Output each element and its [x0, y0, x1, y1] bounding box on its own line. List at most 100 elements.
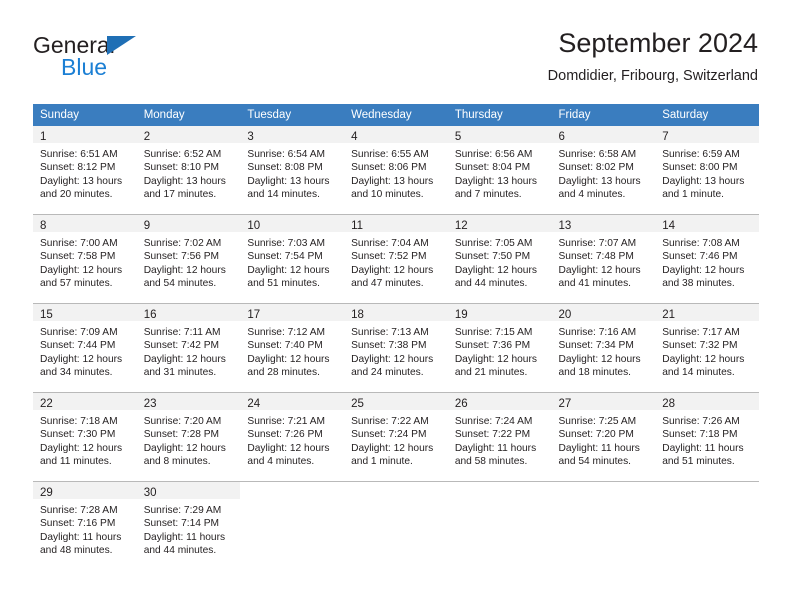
daylight-duration-line2: and 57 minutes.	[40, 278, 113, 290]
sunset-time: Sunset: 7:38 PM	[351, 340, 427, 352]
sunrise-time: Sunrise: 7:17 AM	[662, 327, 740, 338]
calendar-day-cell[interactable]: 2 Sunrise: 6:52 AM Sunset: 8:10 PM Daylight…	[136, 126, 241, 215]
sunset-time: Sunset: 7:14 PM	[143, 518, 220, 530]
sunrise-time: Sunrise: 7:05 AM	[454, 238, 533, 249]
sunset-time: Sunset: 8:10 PM	[143, 162, 220, 174]
column-header-friday: Friday	[551, 104, 656, 126]
day-number: 28	[662, 398, 676, 410]
daylight-duration-line2: and 20 minutes.	[40, 189, 113, 201]
day-number: 12	[454, 220, 468, 232]
calendar-day-cell[interactable]: 17 Sunrise: 7:12 AM Sunset: 7:40 PM Dayligh…	[240, 303, 345, 393]
calendar-day-cell[interactable]: 6 Sunrise: 6:58 AM Sunset: 8:02 PM Daylight…	[551, 126, 656, 215]
day-number-band: 18	[344, 304, 448, 321]
calendar-week-row: 1 Sunrise: 6:51 AM Sunset: 8:12 PM Daylight…	[33, 126, 759, 215]
daylight-duration-line2: and 41 minutes.	[558, 278, 632, 290]
daylight-duration-line2: and 10 minutes.	[351, 189, 424, 201]
daylight-duration-line2: and 1 minute.	[351, 456, 413, 468]
daylight-duration-line2: and 4 minutes.	[247, 456, 315, 468]
day-cell-body: Sunrise: 7:29 AM Sunset: 7:14 PM Daylight:…	[137, 499, 241, 558]
sunrise-time: Sunrise: 7:16 AM	[558, 327, 637, 338]
day-number: 15	[40, 309, 53, 321]
day-number-band	[448, 482, 552, 499]
day-number: 9	[143, 220, 151, 232]
calendar-week-row: 29 Sunrise: 7:28 AM Sunset: 7:16 PM Dayligh…	[33, 481, 759, 570]
calendar-day-cell[interactable]: 1 Sunrise: 6:51 AM Sunset: 8:12 PM Daylight…	[33, 126, 137, 215]
calendar-day-cell[interactable]: 7 Sunrise: 6:59 AM Sunset: 8:00 PM Daylight…	[655, 126, 759, 215]
calendar-day-cell[interactable]: 19 Sunrise: 7:15 AM Sunset: 7:36 PM Dayligh…	[447, 303, 552, 393]
day-number: 10	[247, 220, 261, 232]
sunset-time: Sunset: 7:18 PM	[662, 429, 738, 441]
sunrise-time: Sunrise: 7:11 AM	[143, 327, 221, 338]
day-number-band: 27	[551, 393, 656, 410]
sunset-time: Sunset: 8:02 PM	[558, 162, 634, 174]
calendar-day-cell[interactable]: 20 Sunrise: 7:16 AM Sunset: 7:34 PM Dayligh…	[551, 303, 656, 393]
day-number: 3	[247, 131, 254, 143]
calendar-day-cell[interactable]: 4 Sunrise: 6:55 AM Sunset: 8:06 PM Daylight…	[344, 126, 448, 215]
day-number-band: 30	[136, 482, 241, 499]
day-cell-body: Sunrise: 7:17 AM Sunset: 7:32 PM Daylight:…	[655, 321, 759, 380]
day-number: 6	[558, 131, 565, 143]
calendar-day-cell[interactable]: 24 Sunrise: 7:21 AM Sunset: 7:26 PM Dayligh…	[240, 392, 345, 482]
calendar-day-cell[interactable]: 29 Sunrise: 7:28 AM Sunset: 7:16 PM Dayligh…	[33, 481, 137, 570]
calendar-day-cell[interactable]: 14 Sunrise: 7:08 AM Sunset: 7:46 PM Dayligh…	[655, 214, 759, 304]
sunset-time: Sunset: 8:04 PM	[454, 162, 531, 174]
sunrise-time: Sunrise: 7:00 AM	[40, 238, 118, 249]
calendar-day-cell[interactable]: 27 Sunrise: 7:25 AM Sunset: 7:20 PM Dayligh…	[551, 392, 656, 482]
calendar-day-cell[interactable]: 9 Sunrise: 7:02 AM Sunset: 7:56 PM Daylight…	[136, 214, 241, 304]
day-number: 24	[247, 398, 261, 410]
sunrise-time: Sunrise: 6:59 AM	[662, 149, 740, 160]
day-number: 8	[40, 220, 47, 232]
sunrise-time: Sunrise: 7:15 AM	[454, 327, 533, 338]
daylight-duration-line1: Daylight: 12 hours	[558, 264, 641, 276]
calendar-day-cell[interactable]: 18 Sunrise: 7:13 AM Sunset: 7:38 PM Dayligh…	[344, 303, 448, 393]
calendar-day-cell[interactable]: 25 Sunrise: 7:22 AM Sunset: 7:24 PM Dayligh…	[344, 392, 448, 482]
calendar-day-cell[interactable]: 30 Sunrise: 7:29 AM Sunset: 7:14 PM Dayligh…	[136, 481, 241, 570]
day-cell-body: Sunrise: 7:18 AM Sunset: 7:30 PM Daylight:…	[33, 410, 137, 469]
daylight-duration-line2: and 21 minutes.	[454, 367, 528, 379]
sunset-time: Sunset: 7:26 PM	[247, 429, 323, 441]
daylight-duration-line2: and 44 minutes.	[454, 278, 528, 290]
sunrise-time: Sunrise: 6:55 AM	[351, 149, 429, 160]
calendar-day-cell[interactable]: 10 Sunrise: 7:03 AM Sunset: 7:54 PM Dayligh…	[240, 214, 345, 304]
calendar-week-row: 22 Sunrise: 7:18 AM Sunset: 7:30 PM Dayligh…	[33, 392, 759, 482]
calendar-day-cell[interactable]: 22 Sunrise: 7:18 AM Sunset: 7:30 PM Dayligh…	[33, 392, 137, 482]
column-header-tuesday: Tuesday	[240, 104, 345, 126]
daylight-duration-line1: Daylight: 12 hours	[662, 353, 745, 365]
calendar-day-cell[interactable]: 12 Sunrise: 7:05 AM Sunset: 7:50 PM Dayligh…	[447, 214, 552, 304]
sunset-time: Sunset: 7:58 PM	[40, 251, 116, 263]
day-number-band: 10	[240, 215, 345, 232]
sunset-time: Sunset: 7:52 PM	[351, 251, 427, 263]
daylight-duration-line1: Daylight: 13 hours	[351, 175, 434, 187]
daylight-duration-line2: and 24 minutes.	[351, 367, 424, 379]
daylight-duration-line2: and 7 minutes.	[454, 189, 522, 201]
daylight-duration-line2: and 1 minute.	[662, 189, 724, 201]
column-header-wednesday: Wednesday	[344, 104, 448, 126]
sunrise-time: Sunrise: 6:51 AM	[40, 149, 118, 160]
daylight-duration-line2: and 51 minutes.	[662, 456, 735, 468]
calendar-day-cell[interactable]: 23 Sunrise: 7:20 AM Sunset: 7:28 PM Dayligh…	[136, 392, 241, 482]
day-cell-body: Sunrise: 7:28 AM Sunset: 7:16 PM Daylight:…	[33, 499, 137, 558]
daylight-duration-line1: Daylight: 11 hours	[143, 531, 226, 543]
calendar-day-cell[interactable]: 15 Sunrise: 7:09 AM Sunset: 7:44 PM Dayligh…	[33, 303, 137, 393]
daylight-duration-line1: Daylight: 12 hours	[143, 353, 226, 365]
sunset-time: Sunset: 7:42 PM	[143, 340, 220, 352]
calendar-day-cell[interactable]: 16 Sunrise: 7:11 AM Sunset: 7:42 PM Dayligh…	[136, 303, 241, 393]
calendar-day-cell[interactable]: 13 Sunrise: 7:07 AM Sunset: 7:48 PM Dayligh…	[551, 214, 656, 304]
day-cell-body: Sunrise: 7:16 AM Sunset: 7:34 PM Daylight:…	[552, 321, 656, 380]
calendar-day-cell[interactable]: 26 Sunrise: 7:24 AM Sunset: 7:22 PM Dayligh…	[447, 392, 552, 482]
sunrise-time: Sunrise: 7:25 AM	[558, 416, 637, 427]
calendar-day-cell[interactable]: 5 Sunrise: 6:56 AM Sunset: 8:04 PM Daylight…	[447, 126, 552, 215]
day-number-band: 23	[136, 393, 241, 410]
day-cell-body: Sunrise: 7:21 AM Sunset: 7:26 PM Daylight:…	[240, 410, 344, 469]
calendar-day-cell[interactable]: 28 Sunrise: 7:26 AM Sunset: 7:18 PM Dayligh…	[655, 392, 759, 482]
calendar-day-cell[interactable]: 21 Sunrise: 7:17 AM Sunset: 7:32 PM Dayligh…	[655, 303, 759, 393]
day-number: 25	[351, 398, 364, 410]
day-number-band: 21	[655, 304, 759, 321]
sunset-time: Sunset: 7:44 PM	[40, 340, 116, 352]
sunset-time: Sunset: 7:54 PM	[247, 251, 323, 263]
calendar-day-cell[interactable]: 8 Sunrise: 7:00 AM Sunset: 7:58 PM Daylight…	[33, 214, 137, 304]
calendar-day-cell[interactable]: 3 Sunrise: 6:54 AM Sunset: 8:08 PM Daylight…	[240, 126, 345, 215]
sunset-time: Sunset: 7:16 PM	[40, 518, 116, 530]
daylight-duration-line2: and 54 minutes.	[558, 456, 632, 468]
calendar-day-cell[interactable]: 11 Sunrise: 7:04 AM Sunset: 7:52 PM Dayligh…	[344, 214, 448, 304]
